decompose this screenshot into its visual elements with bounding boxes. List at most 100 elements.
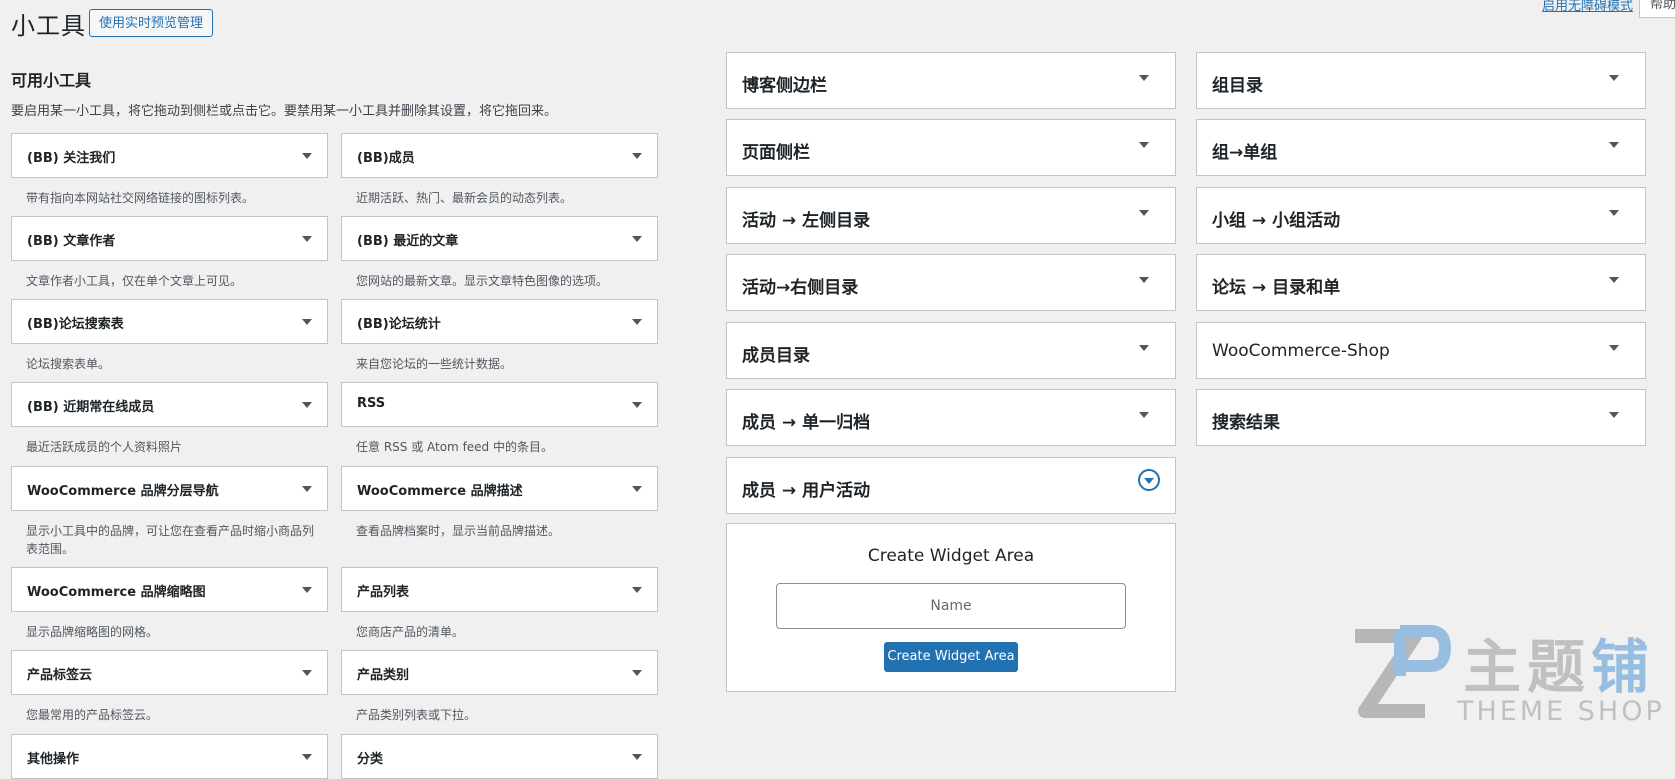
watermark-chinese-text: 主题铺 xyxy=(1463,633,1656,701)
widget-area-name-input[interactable] xyxy=(776,583,1126,629)
widget-description: 任意 RSS 或 Atom feed 中的条目。 xyxy=(356,440,553,454)
widget-card[interactable]: RSS xyxy=(341,382,658,427)
widget-title: (BB)成员 xyxy=(357,151,415,166)
chevron-down-icon[interactable] xyxy=(302,587,312,593)
chevron-down-icon[interactable] xyxy=(632,587,642,593)
available-widgets-title: 可用小工具 xyxy=(11,71,92,90)
chevron-down-icon[interactable] xyxy=(302,670,312,676)
sidebar-area[interactable]: 搜索结果 xyxy=(1196,389,1646,446)
chevron-down-icon[interactable] xyxy=(302,153,312,159)
widget-description: 查看品牌档案时，显示当前品牌描述。 xyxy=(356,524,561,538)
chevron-down-icon[interactable] xyxy=(1139,142,1149,148)
widget-title: 分类 xyxy=(357,752,384,767)
chevron-down-icon[interactable] xyxy=(1609,277,1619,283)
chevron-down-icon[interactable] xyxy=(302,402,312,408)
sidebar-title: 活动 → 左侧目录 xyxy=(742,211,871,231)
widget-description: 产品类别列表或下拉。 xyxy=(356,708,477,722)
widget-title: WooCommerce 品牌分层导航 xyxy=(27,484,219,499)
widget-description: 文章作者小工具，仅在单个文章上可见。 xyxy=(26,274,243,288)
chevron-down-icon[interactable] xyxy=(302,319,312,325)
chevron-down-icon[interactable] xyxy=(632,486,642,492)
widget-card[interactable]: (BB)成员 xyxy=(341,133,658,178)
sidebar-area[interactable]: 小组 → 小组活动 xyxy=(1196,187,1646,244)
sidebar-title: 组→单组 xyxy=(1212,143,1278,163)
chevron-down-icon[interactable] xyxy=(1609,210,1619,216)
widget-title: 产品标签云 xyxy=(27,668,93,683)
chevron-down-icon[interactable] xyxy=(632,402,642,408)
widget-description: 您最常用的产品标签云。 xyxy=(26,708,159,722)
sidebar-title: 搜索结果 xyxy=(1212,413,1280,433)
chevron-down-icon[interactable] xyxy=(632,670,642,676)
widget-card[interactable]: 产品标签云 xyxy=(11,650,328,695)
sidebar-area[interactable]: WooCommerce-Shop xyxy=(1196,322,1646,379)
sidebar-title: 成员 → 单一归档 xyxy=(742,413,871,433)
chevron-down-icon[interactable] xyxy=(1139,210,1149,216)
chevron-down-icon[interactable] xyxy=(632,236,642,242)
accessibility-mode-link[interactable]: 启用无障碍模式 xyxy=(1542,0,1633,14)
sidebar-area[interactable]: 组→单组 xyxy=(1196,119,1646,176)
widget-card[interactable]: (BB) 最近的文章 xyxy=(341,216,658,261)
sidebar-area-open[interactable]: 成员 → 用户活动 xyxy=(726,457,1176,514)
sidebar-area[interactable]: 活动→右侧目录 xyxy=(726,254,1176,311)
sidebar-title: 小组 → 小组活动 xyxy=(1212,211,1341,231)
widget-title: (BB) 文章作者 xyxy=(27,234,116,249)
create-widget-area-button[interactable]: Create Widget Area xyxy=(884,642,1018,672)
widget-card[interactable]: 产品列表 xyxy=(341,567,658,612)
widget-description: 显示品牌缩略图的网格。 xyxy=(26,625,159,639)
widget-description: 您商店产品的清单。 xyxy=(356,625,465,639)
widget-title: (BB)论坛搜索表 xyxy=(27,317,124,332)
sidebar-area[interactable]: 成员 → 单一归档 xyxy=(726,389,1176,446)
sidebar-title: 论坛 → 目录和单 xyxy=(1212,278,1341,298)
chevron-down-icon[interactable] xyxy=(1139,345,1149,351)
sidebar-area[interactable]: 页面侧栏 xyxy=(726,119,1176,176)
widget-title: WooCommerce 品牌描述 xyxy=(357,484,523,499)
sidebar-title: 组目录 xyxy=(1212,76,1263,96)
widget-card[interactable]: WooCommerce 品牌描述 xyxy=(341,466,658,511)
widget-description: 近期活跃、热门、最新会员的动态列表。 xyxy=(356,191,573,205)
sidebar-area[interactable]: 论坛 → 目录和单 xyxy=(1196,254,1646,311)
widget-card[interactable]: 产品类别 xyxy=(341,650,658,695)
widget-description: 显示小工具中的品牌，可让您在查看产品时缩小商品列表范围。 xyxy=(26,524,315,556)
sidebar-title: 成员 → 用户活动 xyxy=(742,481,871,501)
sidebar-area[interactable]: 博客侧边栏 xyxy=(726,52,1176,109)
widget-description: 您网站的最新文章。显示文章特色图像的选项。 xyxy=(356,274,609,288)
widget-title: 产品类别 xyxy=(357,668,410,683)
chevron-down-icon[interactable] xyxy=(632,153,642,159)
widget-title: (BB) 最近的文章 xyxy=(357,234,459,249)
toggle-circle-icon[interactable] xyxy=(1138,469,1160,491)
widget-card[interactable]: (BB) 近期常在线成员 xyxy=(11,382,328,427)
widget-description: 最近活跃成员的个人资料照片 xyxy=(26,440,183,454)
widget-card[interactable]: 其他操作 xyxy=(11,734,328,779)
widget-description: 来自您论坛的一些统计数据。 xyxy=(356,357,513,371)
chevron-down-icon[interactable] xyxy=(302,236,312,242)
widget-description: 带有指向本网站社交网络链接的图标列表。 xyxy=(26,191,255,205)
widget-title: 其他操作 xyxy=(27,752,80,767)
chevron-down-icon[interactable] xyxy=(1609,412,1619,418)
sidebar-area[interactable]: 组目录 xyxy=(1196,52,1646,109)
widget-title: (BB) 关注我们 xyxy=(27,151,116,166)
chevron-down-icon[interactable] xyxy=(632,319,642,325)
sidebar-title: 活动→右侧目录 xyxy=(742,278,859,298)
live-preview-button[interactable]: 使用实时预览管理 xyxy=(89,9,214,37)
widget-card[interactable]: (BB) 关注我们 xyxy=(11,133,328,178)
sidebar-title: 博客侧边栏 xyxy=(742,76,827,96)
chevron-down-icon[interactable] xyxy=(302,486,312,492)
widget-card[interactable]: WooCommerce 品牌缩略图 xyxy=(11,567,328,612)
chevron-down-icon[interactable] xyxy=(1609,142,1619,148)
chevron-down-icon[interactable] xyxy=(1139,412,1149,418)
widget-card[interactable]: (BB)论坛统计 xyxy=(341,299,658,344)
watermark-english-text: THEME SHOP xyxy=(1457,696,1665,727)
chevron-down-icon[interactable] xyxy=(1139,277,1149,283)
widget-card[interactable]: 分类 xyxy=(341,734,658,779)
chevron-down-icon[interactable] xyxy=(1139,75,1149,81)
available-widgets-description: 要启用某一小工具，将它拖动到侧栏或点击它。要禁用某一小工具并删除其设置，将它拖回… xyxy=(11,104,558,119)
widget-card[interactable]: (BB)论坛搜索表 xyxy=(11,299,328,344)
sidebar-area[interactable]: 成员目录 xyxy=(726,322,1176,379)
widget-card[interactable]: WooCommerce 品牌分层导航 xyxy=(11,466,328,511)
chevron-down-icon[interactable] xyxy=(1609,345,1619,351)
chevron-down-icon[interactable] xyxy=(1609,75,1619,81)
sidebar-area[interactable]: 活动 → 左侧目录 xyxy=(726,187,1176,244)
widget-card[interactable]: (BB) 文章作者 xyxy=(11,216,328,261)
theme-shop-watermark: 主题铺 THEME SHOP xyxy=(1345,612,1675,755)
help-tab[interactable]: 帮助 xyxy=(1639,0,1675,18)
